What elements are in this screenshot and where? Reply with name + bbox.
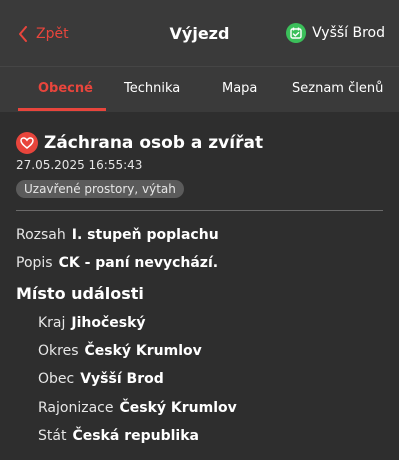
location-section-title: Místo události bbox=[16, 284, 144, 303]
okres-value: Český Krumlov bbox=[84, 343, 202, 359]
tab-mapa[interactable]: Mapa bbox=[222, 81, 257, 96]
obec-value: Vyšší Brod bbox=[80, 371, 164, 387]
rozsah-label: Rozsah bbox=[16, 227, 66, 243]
incident-type: Záchrana osob a zvířat bbox=[44, 133, 264, 153]
incident-subtype-badge: Uzavřené prostory, výtah bbox=[16, 180, 184, 198]
location-row-kraj: Kraj Jihočeský bbox=[38, 315, 146, 331]
rajonizace-label: Rajonizace bbox=[38, 400, 114, 416]
okres-label: Okres bbox=[38, 343, 79, 359]
popis-value: CK - paní nevychází. bbox=[58, 255, 219, 271]
detail-row-popis: Popis CK - paní nevychází. bbox=[16, 255, 218, 271]
app-header: Zpět Výjezd Vyšší Brod bbox=[0, 0, 399, 66]
back-label: Zpět bbox=[36, 26, 69, 42]
heart-icon bbox=[16, 132, 38, 154]
popis-label: Popis bbox=[16, 255, 53, 271]
tab-obecne[interactable]: Obecné bbox=[38, 81, 93, 96]
rozsah-value: I. stupeň poplachu bbox=[71, 227, 219, 243]
location-row-rajonizace: Rajonizace Český Krumlov bbox=[38, 400, 237, 416]
active-tab-indicator bbox=[18, 108, 106, 111]
calendar-check-icon bbox=[286, 23, 307, 43]
incident-timestamp: 27.05.2025 16:55:43 bbox=[16, 158, 143, 172]
stat-label: Stát bbox=[38, 428, 67, 444]
tab-seznam-clenu[interactable]: Seznam členů bbox=[292, 81, 383, 96]
stat-value: Česká republika bbox=[72, 428, 199, 444]
kraj-label: Kraj bbox=[38, 315, 66, 331]
divider bbox=[16, 210, 383, 211]
detail-row-rozsah: Rozsah I. stupeň poplachu bbox=[16, 227, 219, 243]
tab-bar: Obecné Technika Mapa Seznam členů bbox=[0, 66, 399, 112]
chevron-left-icon bbox=[19, 26, 27, 42]
location-row-okres: Okres Český Krumlov bbox=[38, 343, 202, 359]
incident-header: Záchrana osob a zvířat bbox=[16, 132, 263, 154]
station-name: Vyšší Brod bbox=[312, 25, 385, 41]
location-row-obec: Obec Vyšší Brod bbox=[38, 371, 164, 387]
station-selector[interactable]: Vyšší Brod bbox=[286, 23, 385, 43]
obec-label: Obec bbox=[38, 371, 75, 387]
kraj-value: Jihočeský bbox=[71, 315, 146, 331]
back-button[interactable]: Zpět bbox=[18, 24, 69, 44]
location-row-stat: Stát Česká republika bbox=[38, 428, 199, 444]
rajonizace-value: Český Krumlov bbox=[119, 400, 237, 416]
tab-technika[interactable]: Technika bbox=[124, 81, 180, 96]
